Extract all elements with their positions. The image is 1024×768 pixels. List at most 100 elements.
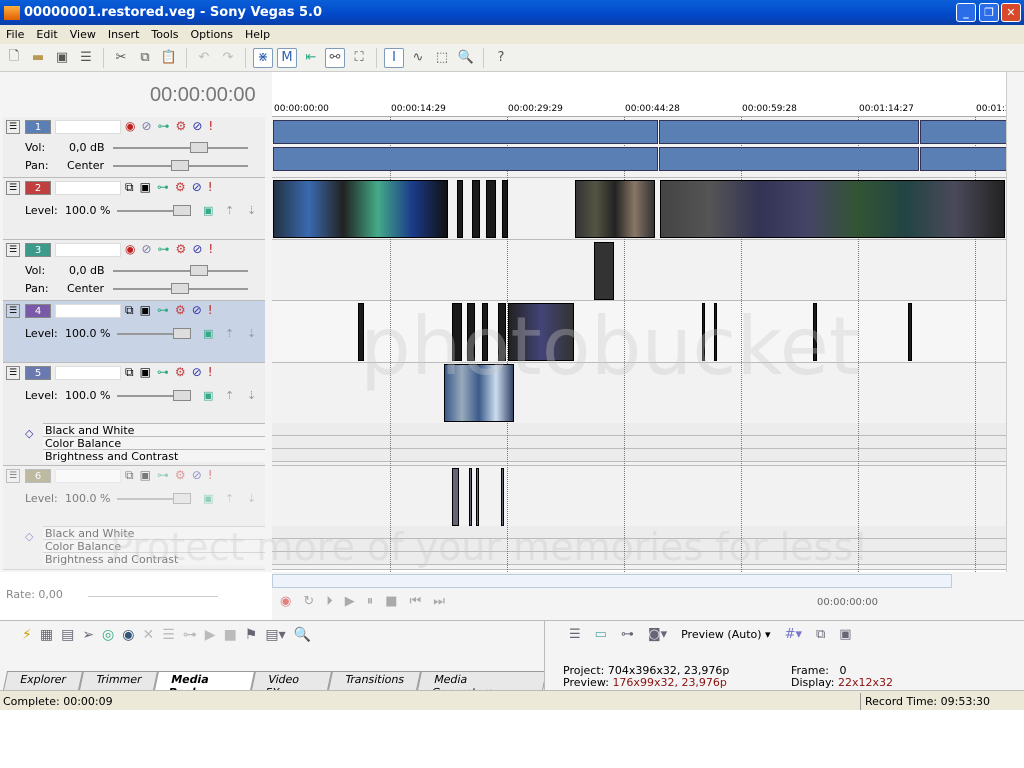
fx-item[interactable]: Color Balance — [43, 539, 265, 553]
fx-item[interactable]: Color Balance — [43, 436, 265, 450]
track-settings-icon[interactable]: ⚙ — [176, 119, 187, 133]
mute-icon[interactable]: ⊘ — [192, 468, 202, 483]
track-settings-icon[interactable]: ⚙ — [175, 180, 186, 195]
video-event[interactable] — [501, 468, 504, 526]
video-event[interactable] — [469, 468, 472, 526]
search-icon[interactable]: 🔍 — [294, 627, 311, 643]
video-event[interactable] — [702, 303, 705, 361]
undo-icon[interactable]: ↶ — [194, 48, 214, 68]
media-properties-icon[interactable]: ☰ — [162, 627, 175, 643]
fx-item[interactable]: Black and White — [43, 423, 265, 437]
video-event[interactable] — [476, 468, 479, 526]
track-name-input[interactable] — [55, 181, 121, 195]
timeline-track-6[interactable] — [272, 466, 1006, 570]
track-header-1[interactable]: ☰ 1 ◉ ⊘ ⊶ ⚙ ⊘! Vol: 0,0 dB Pan: Center — [3, 117, 265, 178]
new-icon[interactable]: 🗋 — [4, 48, 24, 68]
move-down-icon[interactable]: ⇣ — [247, 389, 256, 402]
fx-envelope-row[interactable] — [272, 423, 1006, 436]
whats-this-icon[interactable]: ? — [491, 48, 511, 68]
audio-event[interactable] — [273, 120, 658, 144]
volume-slider[interactable] — [113, 147, 248, 149]
track-settings-icon[interactable]: ⚙ — [175, 468, 186, 483]
media-fx-icon[interactable]: ⊶ — [183, 627, 197, 643]
track-expand-icon[interactable]: ☰ — [6, 366, 20, 380]
paste-icon[interactable]: 📋 — [159, 48, 179, 68]
fx-envelope-row[interactable] — [272, 449, 1006, 462]
extract-audio-icon[interactable]: ➢ — [82, 627, 94, 643]
video-event[interactable] — [452, 303, 462, 361]
fx-chain-icon[interactable]: ◇ — [25, 530, 33, 543]
track-name-input[interactable] — [55, 366, 121, 380]
open-icon[interactable]: ▬ — [28, 48, 48, 68]
fx-item[interactable]: Brightness and Contrast — [43, 449, 265, 463]
move-up-icon[interactable]: ⇡ — [225, 389, 234, 402]
motion-icon[interactable]: ▣ — [140, 365, 151, 380]
track-fx-icon[interactable]: ⊶ — [157, 180, 169, 195]
track-expand-icon[interactable]: ☰ — [6, 469, 20, 483]
copy-snapshot-icon[interactable]: ⧉ — [816, 627, 825, 642]
auto-preview-icon[interactable]: ⚑ — [245, 627, 258, 643]
fx-chain-icon[interactable]: ◇ — [25, 427, 33, 440]
maximize-button[interactable]: ❐ — [979, 3, 999, 22]
auto-crossfade-icon[interactable]: M — [277, 47, 297, 68]
track-fx-icon[interactable]: ⊶ — [158, 242, 170, 256]
preview-properties-icon[interactable]: ☰ — [569, 627, 581, 642]
search-media-icon[interactable]: ◉ — [122, 627, 134, 643]
track-motion-icon[interactable]: ▣ — [203, 492, 213, 505]
track-expand-icon[interactable]: ☰ — [6, 243, 20, 257]
timeline-track-4[interactable] — [272, 301, 1006, 363]
get-media-web-icon[interactable]: ◎ — [102, 627, 114, 643]
solo-icon[interactable]: ! — [208, 119, 213, 133]
menu-tools[interactable]: Tools — [145, 28, 184, 41]
video-event[interactable] — [444, 364, 514, 422]
menu-help[interactable]: Help — [239, 28, 276, 41]
audio-event[interactable] — [659, 120, 919, 144]
move-up-icon[interactable]: ⇡ — [225, 327, 234, 340]
video-event[interactable] — [452, 468, 459, 526]
track-motion-icon[interactable]: ▣ — [203, 389, 213, 402]
mute-icon[interactable]: ⊘ — [192, 303, 202, 318]
horizontal-scrollbar[interactable] — [272, 574, 952, 588]
compositing-mode-icon[interactable]: ⧉ — [125, 180, 134, 195]
video-event[interactable] — [508, 303, 574, 361]
video-event[interactable] — [908, 303, 912, 361]
pan-slider-knob[interactable] — [171, 160, 189, 171]
loop-icon[interactable]: ↻ — [303, 594, 314, 609]
capture-video-icon[interactable]: ▦ — [40, 627, 53, 643]
ripple-icon[interactable]: ⇤ — [301, 48, 321, 68]
track-fx-icon[interactable]: ⊶ — [157, 303, 169, 318]
arm-record-icon[interactable]: ◉ — [125, 119, 135, 133]
compositing-mode-icon[interactable]: ⧉ — [125, 303, 134, 318]
video-event[interactable] — [498, 303, 506, 361]
selection-edit-icon[interactable]: ⬚ — [432, 48, 452, 68]
track-fx-icon[interactable]: ⊶ — [158, 119, 170, 133]
stop-icon[interactable]: ■ — [385, 594, 397, 609]
minimize-button[interactable]: _ — [956, 3, 976, 22]
video-event[interactable] — [358, 303, 364, 361]
import-media-icon[interactable]: ⚡ — [22, 627, 32, 643]
motion-icon[interactable]: ▣ — [140, 468, 151, 483]
invert-phase-icon[interactable]: ⊘ — [141, 242, 151, 256]
video-event[interactable] — [486, 180, 496, 238]
fx-item[interactable]: Black and White — [43, 526, 265, 540]
video-event[interactable] — [482, 303, 488, 361]
track-name-input[interactable] — [55, 120, 121, 134]
menu-file[interactable]: File — [0, 28, 30, 41]
close-button[interactable]: ✕ — [1001, 3, 1021, 22]
solo-icon[interactable]: ! — [208, 242, 213, 256]
move-up-icon[interactable]: ⇡ — [225, 204, 234, 217]
preview-quality-dropdown[interactable]: Preview (Auto) ▾ — [681, 628, 770, 641]
level-slider-knob[interactable] — [173, 205, 191, 216]
start-preview-icon[interactable]: ▶ — [205, 627, 216, 643]
volume-slider[interactable] — [113, 270, 248, 272]
ignore-grouping-icon[interactable]: ⛶ — [349, 48, 369, 68]
track-header-3[interactable]: ☰ 3 ◉ ⊘ ⊶ ⚙ ⊘! Vol: 0,0 dB Pan: Center — [3, 240, 265, 301]
copy-icon[interactable]: ⧉ — [135, 48, 155, 68]
move-down-icon[interactable]: ⇣ — [247, 492, 256, 505]
track-expand-icon[interactable]: ☰ — [6, 304, 20, 318]
lock-envelopes-icon[interactable]: ⚯ — [325, 47, 345, 68]
play-icon[interactable]: ▶ — [345, 594, 355, 609]
redo-icon[interactable]: ↷ — [218, 48, 238, 68]
vertical-scrollbar[interactable] — [1006, 72, 1024, 572]
track-fx-icon[interactable]: ⊶ — [157, 468, 169, 483]
